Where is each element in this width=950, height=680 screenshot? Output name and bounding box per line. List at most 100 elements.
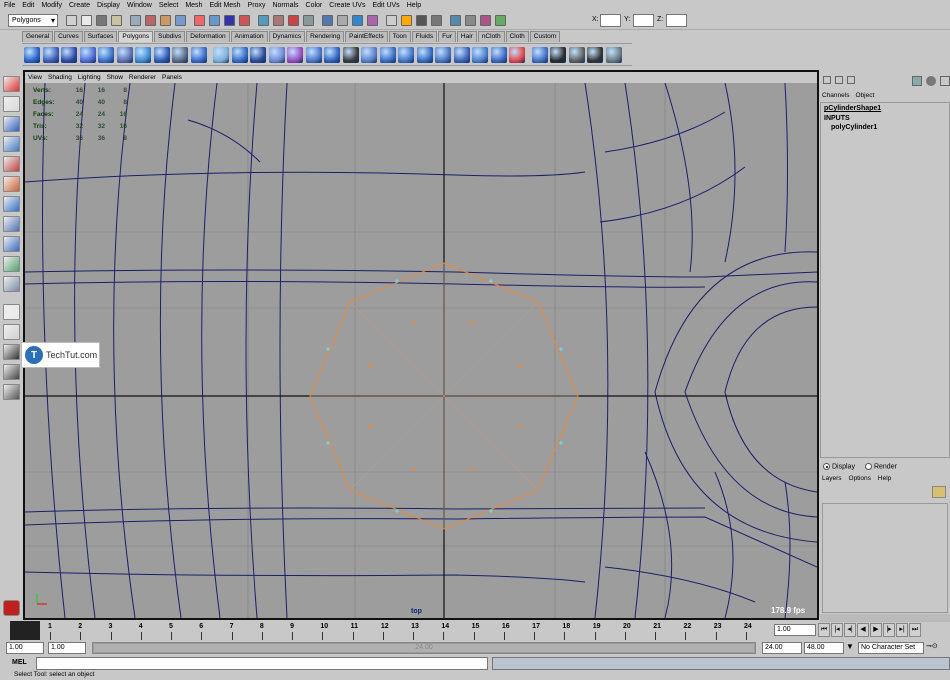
go-to-end-icon[interactable]: ⏭	[909, 623, 921, 637]
toolbox-tool-icon[interactable]	[3, 196, 20, 212]
channel-box-icon[interactable]	[823, 76, 831, 84]
panel-icon[interactable]	[940, 76, 950, 86]
shelf-tool-icon[interactable]	[550, 47, 566, 63]
status-tool-icon[interactable]	[386, 15, 397, 26]
status-tool-icon[interactable]	[96, 15, 107, 26]
shelf-tool-icon[interactable]	[435, 47, 451, 63]
panel-menu-item[interactable]: Shading	[48, 74, 72, 81]
shelf-tab[interactable]: PaintEffects	[345, 31, 388, 42]
toolbox-tool-icon[interactable]	[3, 256, 20, 272]
shelf-tool-icon[interactable]	[531, 47, 548, 63]
toolbox-tool-icon[interactable]	[3, 96, 20, 112]
status-tool-icon[interactable]	[322, 15, 333, 26]
menu-item[interactable]: Edit Mesh	[209, 2, 240, 9]
status-tool-icon[interactable]	[401, 15, 412, 26]
playback-end-field[interactable]: 24.00	[762, 642, 802, 654]
go-to-start-icon[interactable]: ⏮	[818, 623, 830, 637]
toolbox-tool-icon[interactable]	[3, 116, 20, 132]
shelf-tool-icon[interactable]	[268, 47, 285, 63]
shelf-tool-icon[interactable]	[61, 47, 77, 63]
toolbox-tool-icon[interactable]	[3, 136, 20, 152]
menu-item[interactable]: Mesh	[185, 2, 202, 9]
shelf-tab[interactable]: Surfaces	[83, 31, 118, 42]
tool-settings-icon[interactable]	[847, 76, 855, 84]
play-forward-icon[interactable]: ▶	[870, 623, 882, 637]
shelf-tool-icon[interactable]	[172, 47, 188, 63]
status-tool-icon[interactable]	[175, 15, 186, 26]
shelf-tool-icon[interactable]	[605, 47, 622, 63]
status-tool-icon[interactable]	[111, 15, 122, 26]
display-radio[interactable]: Display	[823, 463, 855, 471]
shelf-tab[interactable]: Polygons	[118, 31, 154, 42]
status-tool-icon[interactable]	[273, 15, 284, 26]
shelf-tool-icon[interactable]	[361, 47, 377, 63]
toolbox-tool-icon[interactable]	[3, 304, 20, 320]
shelf-tool-icon[interactable]	[190, 47, 207, 63]
shelf-tool-icon[interactable]	[24, 47, 40, 63]
shelf-tool-icon[interactable]	[79, 47, 96, 63]
status-tool-icon[interactable]	[66, 15, 77, 26]
menu-item[interactable]: Window	[127, 2, 152, 9]
toolbox-tool-icon[interactable]	[3, 384, 20, 400]
menu-item[interactable]: Create	[69, 2, 90, 9]
current-frame-field[interactable]: 1.00	[774, 624, 816, 636]
shelf-tab[interactable]: Rendering	[306, 31, 345, 42]
shelf-tab[interactable]: Hair	[456, 31, 477, 42]
shape-node-name[interactable]: pCylinderShape1	[824, 105, 881, 112]
shelf-tool-icon[interactable]	[472, 47, 488, 63]
status-tool-icon[interactable]	[224, 15, 235, 26]
layer-list[interactable]	[822, 503, 948, 613]
shelf-tab[interactable]: General	[22, 31, 54, 42]
status-tool-icon[interactable]	[194, 15, 205, 26]
shelf-tab[interactable]: nCloth	[477, 31, 505, 42]
status-tool-icon[interactable]	[367, 15, 378, 26]
step-back-key-icon[interactable]: |◂	[831, 623, 843, 637]
menu-item[interactable]: Help	[407, 2, 421, 9]
shelf-tab[interactable]: Fur	[438, 31, 456, 42]
menu-item[interactable]: Edit	[22, 2, 34, 9]
shelf-tool-icon[interactable]	[379, 47, 396, 63]
shelf-tool-icon[interactable]	[153, 47, 170, 63]
start-time-field[interactable]: 1.00	[6, 642, 44, 654]
menu-item[interactable]: Display	[97, 2, 120, 9]
toolbox-tool-icon[interactable]	[3, 344, 20, 360]
status-tool-icon[interactable]	[160, 15, 171, 26]
input-node-name[interactable]: polyCylinder1	[831, 124, 877, 131]
toolbox-tool-icon[interactable]	[3, 364, 20, 380]
character-set-field[interactable]: No Character Set	[858, 642, 924, 654]
shelf-tab[interactable]: Animation	[230, 31, 268, 42]
playback-start-field[interactable]: 1.00	[48, 642, 86, 654]
toolbox-tool-icon[interactable]	[3, 76, 20, 92]
range-slider[interactable]: 24.00	[92, 642, 756, 654]
channel-box-tab[interactable]: Channels	[822, 92, 849, 99]
status-tool-icon[interactable]	[465, 15, 476, 26]
shelf-tool-icon[interactable]	[250, 47, 266, 63]
panel-menu-item[interactable]: Show	[107, 74, 123, 81]
attribute-editor-icon[interactable]	[835, 76, 843, 84]
panel-menu-item[interactable]: Renderer	[129, 74, 156, 81]
status-tool-icon[interactable]	[288, 15, 299, 26]
panel-menu-item[interactable]: Lighting	[78, 74, 101, 81]
status-tool-icon[interactable]	[239, 15, 250, 26]
z-coord-field[interactable]	[666, 14, 687, 27]
shelf-tool-icon[interactable]	[587, 47, 603, 63]
shelf-tab[interactable]: Curves	[54, 31, 83, 42]
panel-menu-item[interactable]: View	[28, 74, 42, 81]
menu-item[interactable]: Modify	[41, 2, 62, 9]
mel-label[interactable]: MEL	[12, 659, 27, 666]
status-tool-icon[interactable]	[81, 15, 92, 26]
layer-menu-item[interactable]: Options	[849, 475, 871, 482]
status-tool-icon[interactable]	[130, 15, 141, 26]
shelf-tool-icon[interactable]	[324, 47, 340, 63]
menu-set-dropdown[interactable]: Polygons	[8, 14, 58, 27]
menu-item[interactable]: File	[4, 2, 15, 9]
channel-box-tab[interactable]: Object	[855, 92, 874, 99]
shelf-tab[interactable]: Subdivs	[154, 31, 186, 42]
end-time-field[interactable]: 48.00	[804, 642, 844, 654]
shelf-tool-icon[interactable]	[416, 47, 433, 63]
viewport-canvas[interactable]	[25, 72, 817, 618]
character-set-arrow-icon[interactable]: ▼	[846, 642, 856, 654]
shelf-tool-icon[interactable]	[453, 47, 470, 63]
menu-item[interactable]: Select	[159, 2, 178, 9]
layout-icon[interactable]	[912, 76, 922, 86]
